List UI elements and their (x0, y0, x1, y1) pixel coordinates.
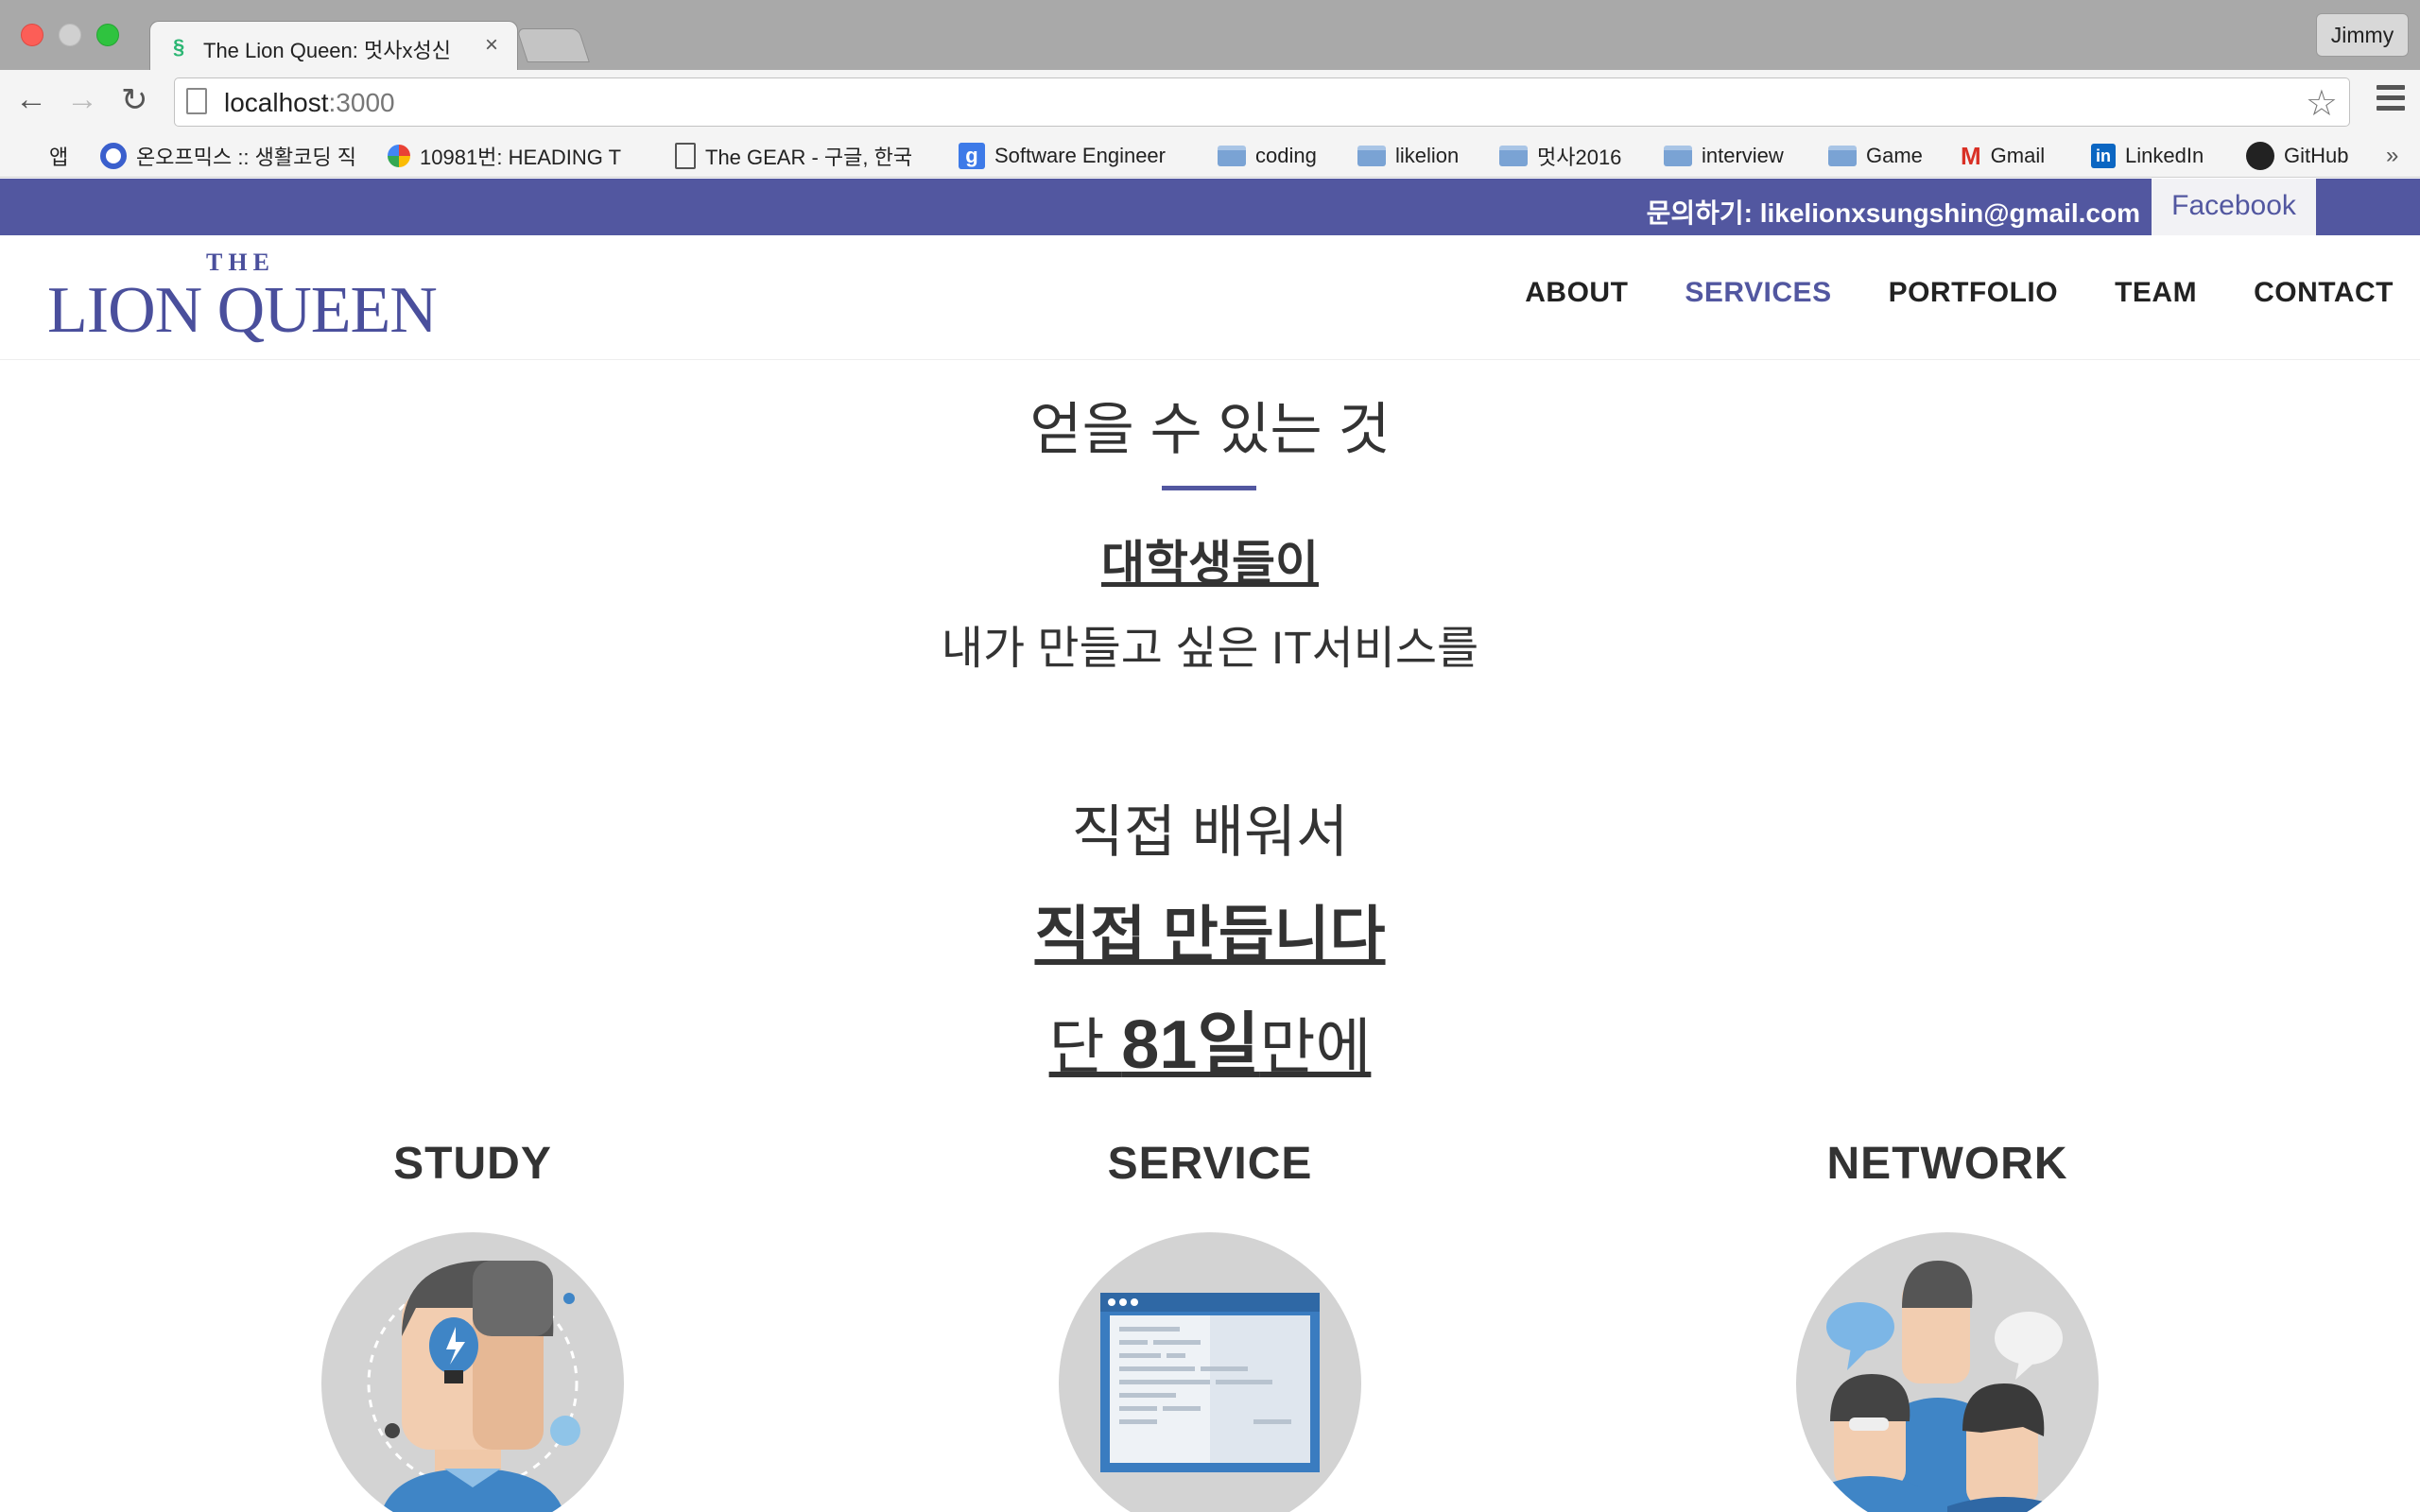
close-window-button[interactable] (21, 24, 43, 46)
nav-about[interactable]: ABOUT (1525, 277, 1628, 309)
services-section: 얻을 수 있는 것 대학생들이 내가 만들고 싶은 IT서비스를 직접 배워서 … (0, 361, 2420, 1512)
browser-menu-icon[interactable] (2377, 85, 2405, 116)
browser-toolbar: ← → ↻ localhost:3000 ☆ (0, 70, 2420, 134)
headline-line-5: 단 81일만에 (1048, 1007, 1372, 1083)
headline-line-2: 내가 만들고 싶은 IT서비스를 (941, 624, 1479, 674)
folder-icon (1357, 146, 1386, 166)
feature-service: SERVICE (926, 1138, 1494, 1512)
bookmark-gear[interactable]: The GEAR - 구글, 한국 (675, 140, 932, 172)
network-people-icon (1796, 1232, 2099, 1512)
reload-icon[interactable]: ↻ (121, 81, 148, 119)
acmicpc-icon (388, 145, 410, 167)
bookmark-interview[interactable]: interview (1664, 140, 1784, 172)
feature-service-title: SERVICE (1107, 1139, 1313, 1189)
study-person-icon (321, 1232, 624, 1512)
site-logo[interactable]: THE LION QUEEN (47, 249, 438, 347)
new-tab-button[interactable] (516, 28, 590, 62)
contact-email-link[interactable]: 문의하기: likelionxsungshin@gmail.com (1647, 193, 2140, 231)
headline-line-4: 직접 만듭니다 (1034, 901, 1386, 969)
tab-close-icon[interactable]: × (485, 32, 498, 59)
site-header: THE LION QUEEN ABOUT SERVICES PORTFOLIO … (0, 235, 2420, 360)
site-topbar: 문의하기: likelionxsungshin@gmail.com Facebo… (0, 179, 2420, 235)
bookmark-game[interactable]: Game (1828, 140, 1923, 172)
gmail-icon: M (1961, 141, 1981, 170)
feature-network: NETWORK (1664, 1138, 2231, 1512)
bookmark-likelion[interactable]: likelion (1357, 140, 1459, 172)
feature-study: STUDY (189, 1138, 756, 1512)
bookmarks-overflow-icon[interactable]: » (2386, 140, 2398, 172)
nav-team[interactable]: TEAM (2115, 277, 2197, 309)
apps-grid-icon (15, 144, 40, 168)
forward-arrow-icon[interactable]: → (66, 81, 98, 118)
browser-window-icon (1059, 1232, 1361, 1512)
tab-title: The Lion Queen: 멋사x성신 (203, 39, 451, 62)
page-icon (186, 88, 207, 114)
browser-tab-bar: § The Lion Queen: 멋사x성신 × Jimmy (0, 0, 2420, 72)
github-icon (2246, 142, 2274, 170)
back-arrow-icon[interactable]: ← (15, 81, 47, 118)
section-title: 얻을 수 있는 것 (1029, 398, 1391, 461)
bookmark-heading[interactable]: 10981번: HEADING T (388, 140, 647, 172)
linkedin-icon: in (2091, 144, 2116, 168)
headline-line-3: 직접 배워서 (1071, 800, 1349, 864)
facebook-button[interactable]: Facebook (2152, 179, 2316, 235)
bookmark-gmail[interactable]: M Gmail (1961, 140, 2045, 172)
g-logo-icon: g (959, 143, 985, 169)
nav-services[interactable]: SERVICES (1685, 277, 1831, 309)
maximize-window-button[interactable] (96, 24, 119, 46)
bookmark-linkedin[interactable]: in LinkedIn (2091, 140, 2204, 172)
folder-icon (1499, 146, 1528, 166)
browser-tab-active[interactable]: § The Lion Queen: 멋사x성신 × (149, 21, 518, 72)
bookmark-coding[interactable]: coding (1218, 140, 1317, 172)
bookmark-meotsa2016[interactable]: 멋사2016 (1499, 140, 1621, 172)
feature-network-title: NETWORK (1826, 1139, 2068, 1189)
bookmarks-bar: 앱 온오프믹스 :: 생활코딩 직 10981번: HEADING T The … (0, 134, 2420, 178)
bookmark-onoffmix[interactable]: 온오프믹스 :: 생활코딩 직 (100, 140, 363, 172)
bookmark-github[interactable]: GitHub (2246, 140, 2348, 172)
onoffmix-icon (100, 143, 127, 169)
main-nav: ABOUT SERVICES PORTFOLIO TEAM CONTACT (1525, 277, 2394, 309)
folder-icon (1218, 146, 1246, 166)
document-icon (675, 143, 696, 169)
bookmark-star-icon[interactable]: ☆ (2306, 82, 2338, 125)
folder-icon (1828, 146, 1857, 166)
minimize-window-button[interactable] (59, 24, 81, 46)
bookmark-apps[interactable]: 앱 (15, 140, 68, 172)
feature-study-title: STUDY (393, 1139, 552, 1189)
address-bar[interactable]: localhost:3000 ☆ (174, 77, 2350, 127)
bookmark-software-engineer[interactable]: g Software Engineer (959, 140, 1166, 172)
url-text[interactable]: localhost:3000 (224, 88, 395, 118)
profile-button[interactable]: Jimmy (2316, 13, 2409, 57)
title-divider (1162, 486, 1256, 490)
nav-contact[interactable]: CONTACT (2254, 277, 2394, 309)
site-favicon-icon: § (173, 35, 185, 59)
folder-icon (1664, 146, 1692, 166)
nav-portfolio[interactable]: PORTFOLIO (1889, 277, 2059, 309)
headline-line-1: 대학생들이 (1101, 537, 1319, 590)
